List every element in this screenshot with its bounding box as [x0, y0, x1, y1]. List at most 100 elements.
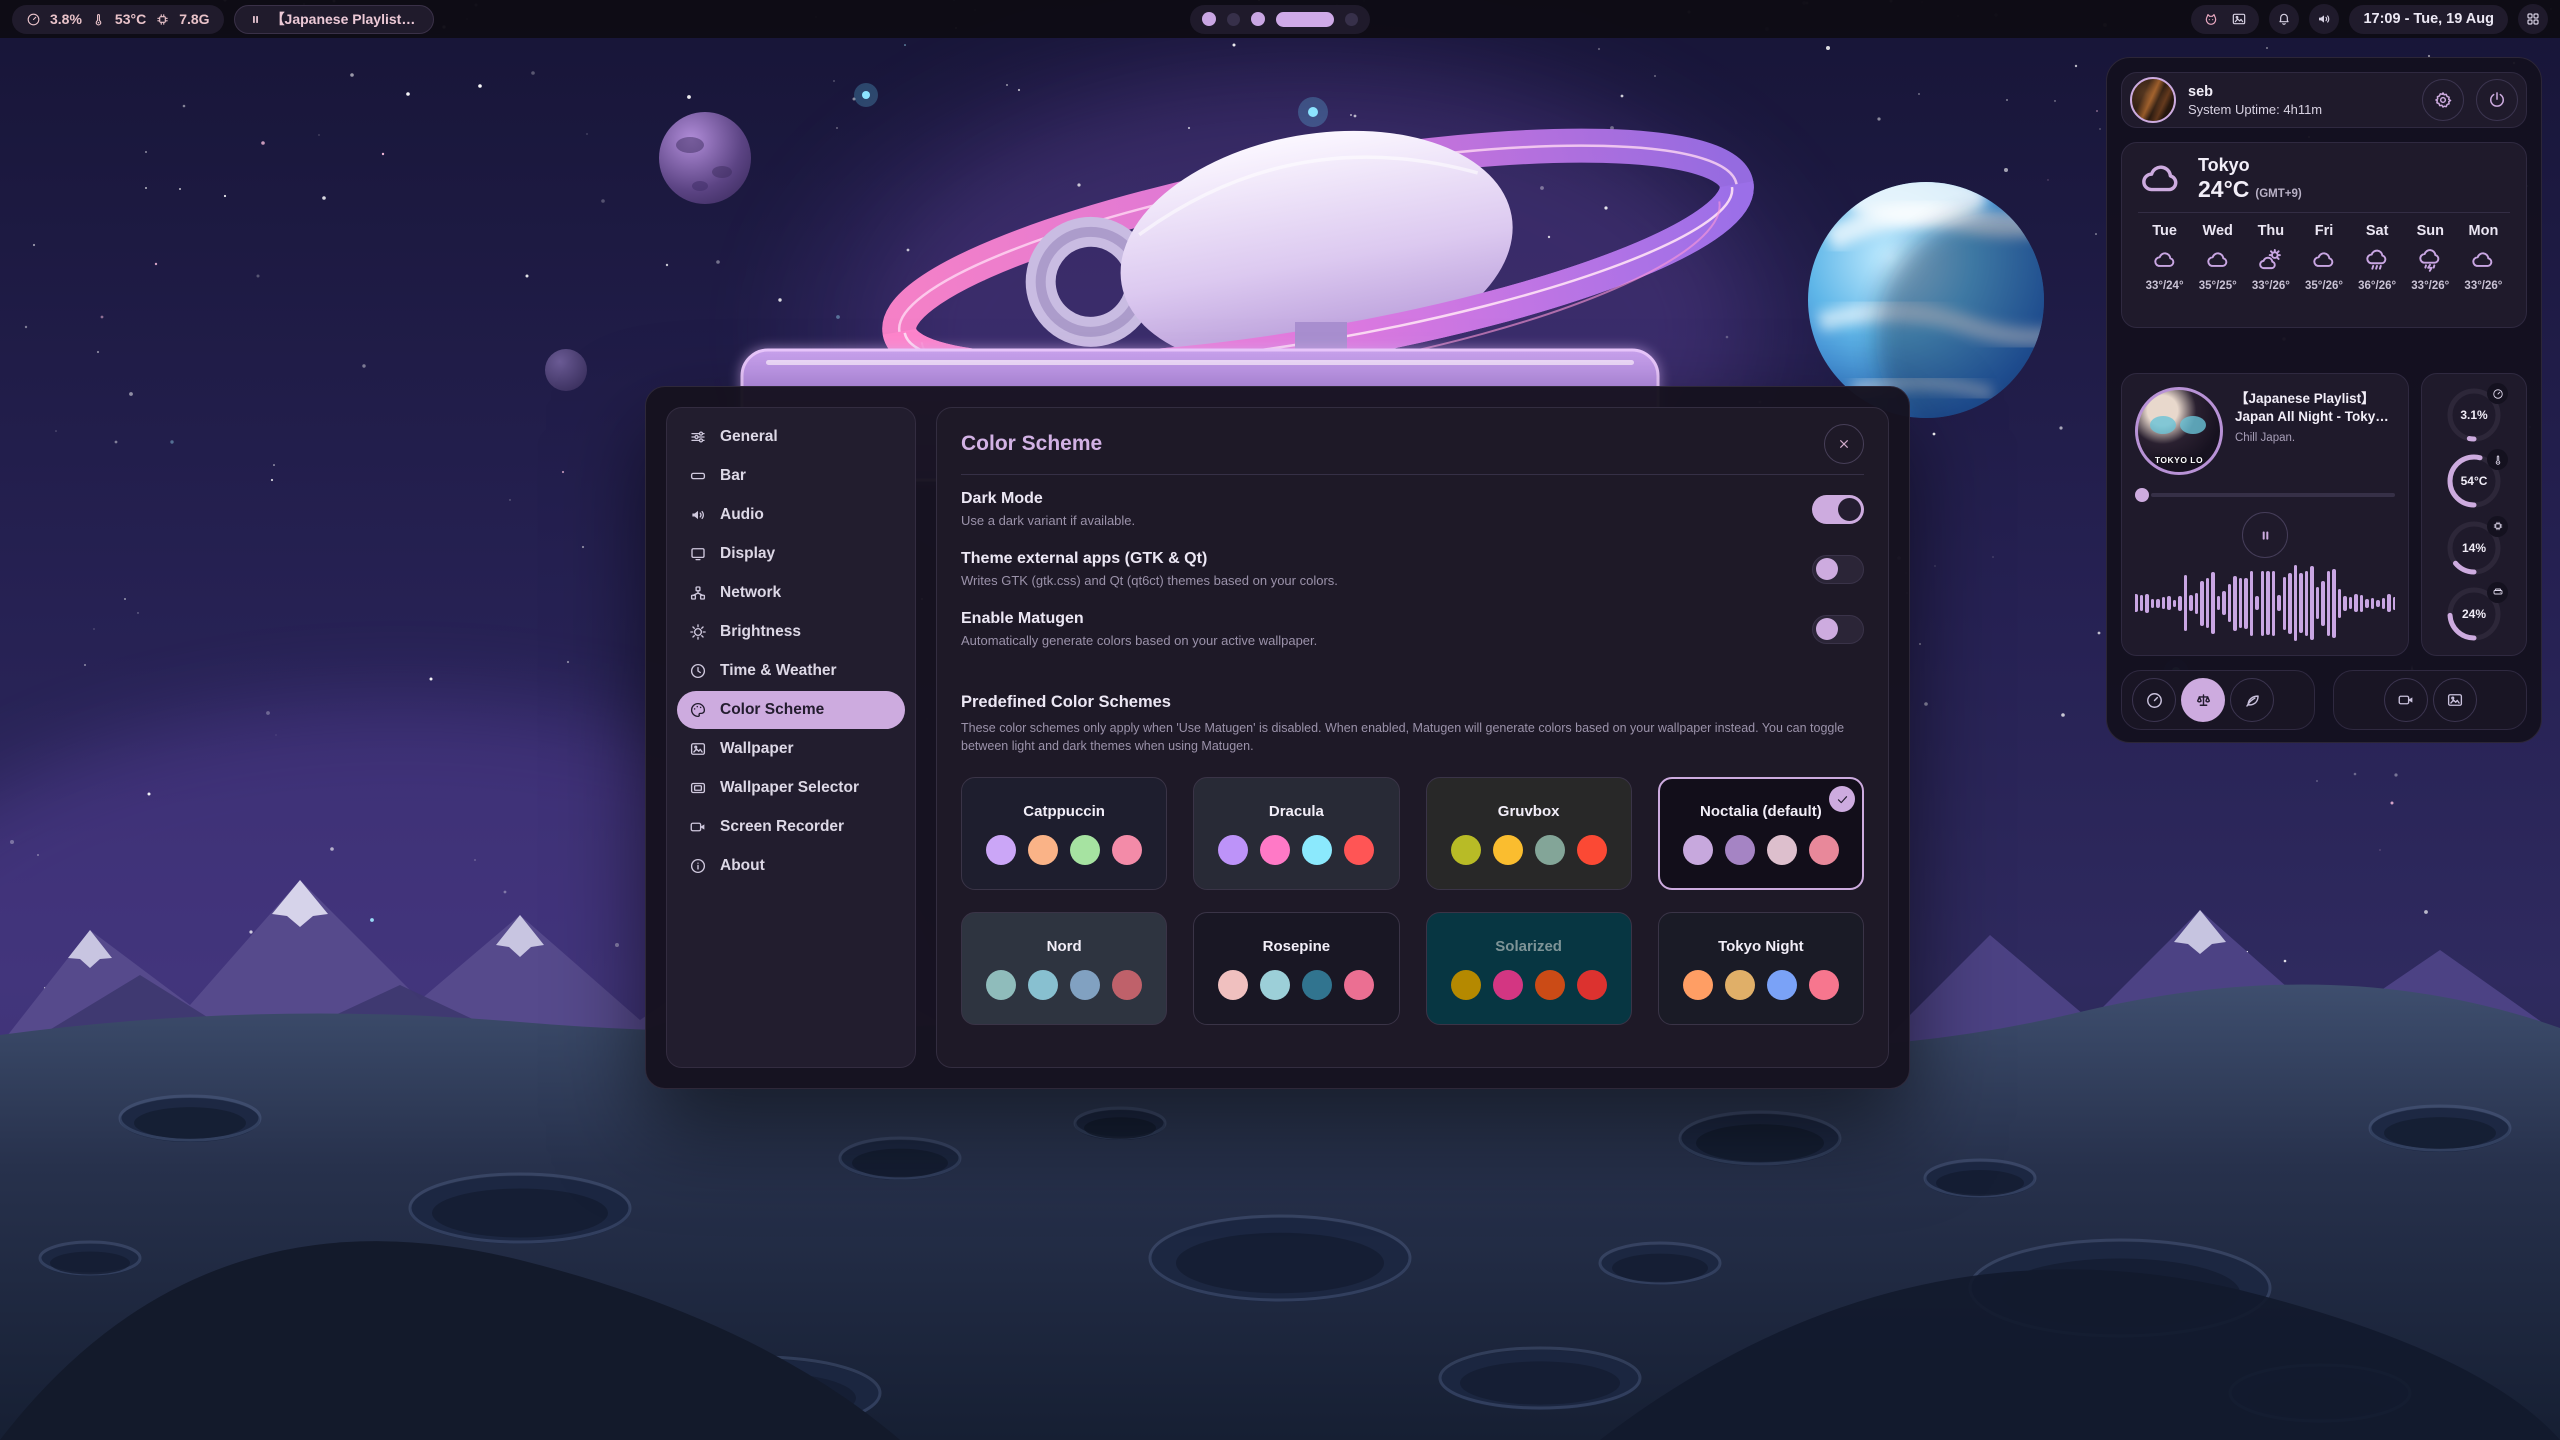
- sidebar-item-label: Wallpaper Selector: [720, 779, 859, 797]
- sliders-icon: [689, 428, 707, 446]
- clock[interactable]: 17:09 - Tue, 19 Aug: [2349, 5, 2508, 34]
- setting-row-dark-mode: Dark ModeUse a dark variant if available…: [961, 479, 1864, 539]
- chip-icon: [2492, 520, 2504, 532]
- power-button[interactable]: [2476, 79, 2518, 121]
- color-swatch: [1767, 970, 1797, 1000]
- close-button[interactable]: [1824, 424, 1864, 464]
- profile-performance-button[interactable]: [2132, 678, 2176, 722]
- settings-sidebar: GeneralBar Audio Display NetworkBrightnessT…: [666, 407, 916, 1068]
- media-pill-label: 【Japanese Playlist】 J...: [271, 9, 419, 29]
- media-pill[interactable]: 【Japanese Playlist】 J...: [234, 5, 434, 34]
- gauge-icon: [2492, 388, 2504, 400]
- launcher-button[interactable]: [2518, 4, 2548, 34]
- bar-icon: [689, 467, 707, 485]
- color-swatch: [1809, 970, 1839, 1000]
- workspace-dot-2[interactable]: [1227, 13, 1240, 26]
- gauge-icon: [26, 12, 41, 27]
- notifications-button[interactable]: [2269, 4, 2299, 34]
- image-icon: [2446, 691, 2464, 709]
- pause-icon: [2258, 528, 2273, 543]
- scheme-card-dracula[interactable]: Dracula: [1193, 777, 1399, 890]
- seek-bar[interactable]: [2135, 488, 2395, 502]
- day-name: Wed: [2191, 223, 2244, 239]
- network-icon: [689, 584, 707, 602]
- system-stats-pill[interactable]: 3.8% 53°C 7.8G: [12, 5, 224, 34]
- color-swatch: [1577, 835, 1607, 865]
- disk-icon: [2487, 582, 2508, 603]
- sidebar-item-bar[interactable]: Bar: [677, 457, 905, 495]
- workspace-dot-3[interactable]: [1251, 12, 1265, 26]
- scheme-card-noctalia-default[interactable]: Noctalia (default): [1658, 777, 1864, 890]
- username: seb: [2188, 84, 2322, 100]
- tray-image-icon[interactable]: [2231, 11, 2247, 27]
- color-swatch: [1809, 835, 1839, 865]
- scheme-card-catppuccin[interactable]: Catppuccin: [961, 777, 1167, 890]
- avatar: [2130, 77, 2176, 123]
- predefined-title: Predefined Color Schemes: [961, 693, 1864, 712]
- settings-window: GeneralBarAudioDisplayNetworkBrightnessT…: [645, 386, 1910, 1089]
- sidebar-item-network[interactable]: Network: [677, 574, 905, 612]
- setting-description: Writes GTK (gtk.css) and Qt (qt6ct) them…: [961, 573, 1338, 588]
- forecast-day-mon: Mon33°/26°: [2457, 223, 2510, 292]
- volume-button[interactable]: [2309, 4, 2339, 34]
- scales-icon: [2194, 691, 2213, 710]
- sidebar-item-brightness[interactable]: Brightness: [677, 613, 905, 651]
- scheme-name: Nord: [1047, 938, 1082, 955]
- sidebar-item-label: Audio: [720, 506, 764, 524]
- info-icon: [689, 857, 707, 875]
- sidebar-item-label: Display: [720, 545, 775, 563]
- color-swatch: [1767, 835, 1797, 865]
- sidebar-item-general[interactable]: General: [677, 418, 905, 456]
- video-icon: [689, 818, 707, 836]
- scheme-card-gruvbox[interactable]: Gruvbox: [1426, 777, 1632, 890]
- monitor-icon: [689, 545, 707, 563]
- wallpaper-button[interactable]: [2433, 678, 2477, 722]
- scheme-name: Noctalia (default): [1700, 803, 1822, 820]
- color-swatch: [1302, 970, 1332, 1000]
- speaker-icon: [689, 506, 707, 524]
- scheme-card-solarized[interactable]: Solarized: [1426, 912, 1632, 1025]
- sidebar-item-color-scheme[interactable]: Color Scheme: [677, 691, 905, 729]
- clock-icon: [689, 662, 707, 680]
- sidebar-item-label: Wallpaper: [720, 740, 794, 758]
- sidebar-item-wallpaper[interactable]: Wallpaper: [677, 730, 905, 768]
- profile-balanced-button[interactable]: [2181, 678, 2225, 722]
- enable-matugen-toggle[interactable]: [1812, 615, 1864, 644]
- screen-recorder-button[interactable]: [2384, 678, 2428, 722]
- sidebar-item-about[interactable]: About: [677, 847, 905, 885]
- day-name: Thu: [2244, 223, 2297, 239]
- scheme-grid: CatppuccinDraculaGruvbox Noctalia (defaul…: [961, 777, 1864, 1025]
- sidebar-item-screen-recorder[interactable]: Screen Recorder: [677, 808, 905, 846]
- cloud-icon: [2297, 247, 2350, 273]
- play-pause-button[interactable]: [2242, 512, 2288, 558]
- scheme-card-rosepine[interactable]: Rosepine: [1193, 912, 1399, 1025]
- color-swatch: [1344, 970, 1374, 1000]
- dark-mode-toggle[interactable]: [1812, 495, 1864, 524]
- sidebar-item-audio[interactable]: Audio: [677, 496, 905, 534]
- day-temps: 33°/24°: [2138, 280, 2191, 292]
- color-swatch: [986, 835, 1016, 865]
- gauge-icon: [2487, 383, 2508, 404]
- forecast-day-tue: Tue33°/24°: [2138, 223, 2191, 292]
- settings-button[interactable]: [2422, 79, 2464, 121]
- workspace-dot-4[interactable]: [1276, 12, 1334, 27]
- sidebar-item-wallpaper-selector[interactable]: Wallpaper Selector: [677, 769, 905, 807]
- x-icon: [1836, 436, 1852, 452]
- day-name: Mon: [2457, 223, 2510, 239]
- tray-cat-icon[interactable]: [2203, 11, 2219, 27]
- scheme-card-nord[interactable]: Nord: [961, 912, 1167, 1025]
- sidebar-item-time-weather[interactable]: Time & Weather: [677, 652, 905, 690]
- seek-knob[interactable]: [2135, 488, 2149, 502]
- scheme-name: Solarized: [1495, 938, 1562, 955]
- power-icon: [2487, 90, 2507, 110]
- color-swatch: [1260, 835, 1290, 865]
- theme-external-apps-gtk-qt-toggle[interactable]: [1812, 555, 1864, 584]
- system-tray: [2191, 5, 2259, 34]
- scheme-card-tokyo-night[interactable]: Tokyo Night: [1658, 912, 1864, 1025]
- sidebar-item-display[interactable]: Display: [677, 535, 905, 573]
- desktop: 3.8% 53°C 7.8G 【Japanese Playlist】 J... …: [0, 0, 2560, 1440]
- pause-icon: [249, 13, 262, 26]
- profile-power-saver-button[interactable]: [2230, 678, 2274, 722]
- workspace-dot-1[interactable]: [1202, 12, 1216, 26]
- workspace-dot-5[interactable]: [1345, 13, 1358, 26]
